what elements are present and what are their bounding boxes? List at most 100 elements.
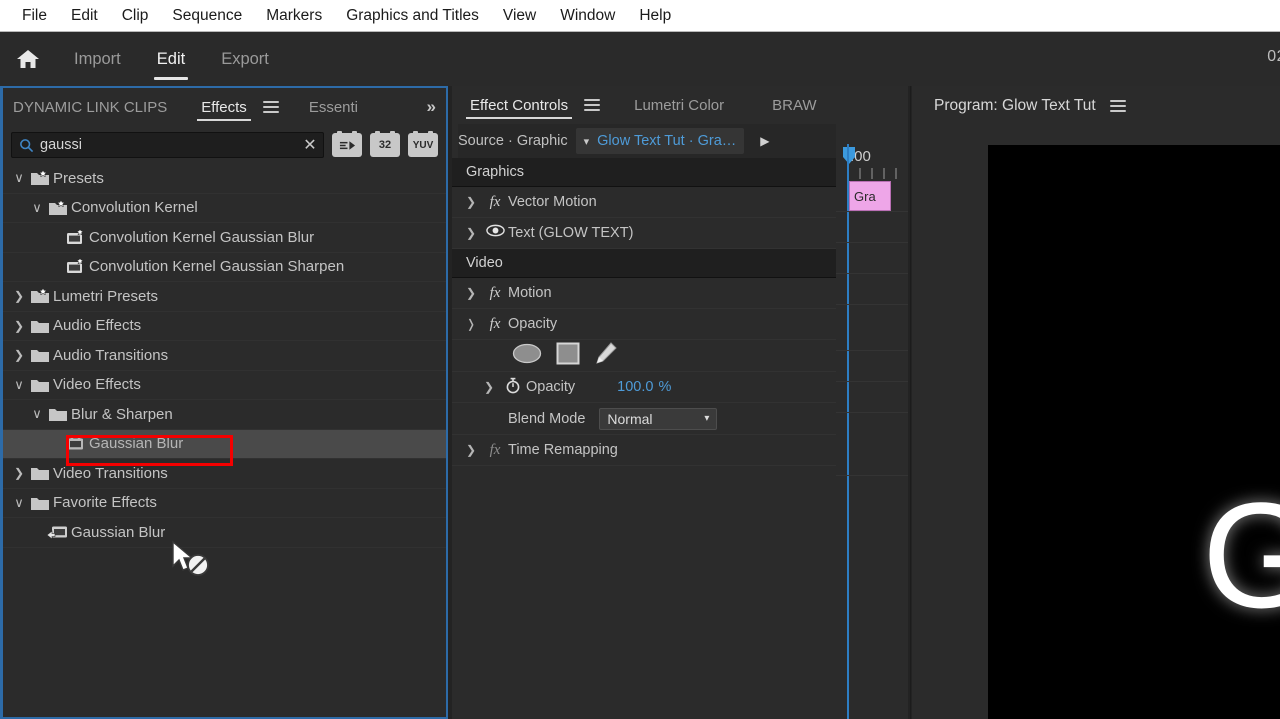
- menu-sequence[interactable]: Sequence: [160, 0, 254, 31]
- menu-edit[interactable]: Edit: [59, 0, 110, 31]
- folder-icon: [27, 465, 53, 481]
- chevron-down-icon[interactable]: ❭: [460, 317, 482, 331]
- effects-tree-item-label: Video Transitions: [53, 464, 168, 482]
- program-monitor-stage[interactable]: G: [988, 145, 1280, 719]
- preset-icon: [63, 228, 89, 246]
- timeline-clip[interactable]: Gra: [849, 181, 891, 211]
- blend-mode-value: Normal: [607, 410, 653, 427]
- effects-tree-item-convolution-kernel[interactable]: ∨ Convolution Kernel: [3, 194, 446, 223]
- stopwatch-icon[interactable]: [500, 376, 526, 399]
- tab-lumetri-color[interactable]: Lumetri Color: [630, 86, 728, 124]
- accelerated-effects-filter-button[interactable]: [332, 131, 362, 157]
- pen-mask-icon[interactable]: [594, 341, 618, 370]
- timeline-playhead[interactable]: [847, 144, 849, 719]
- fx-icon: fx: [489, 441, 501, 458]
- tab-braw[interactable]: BRAW: [768, 86, 820, 124]
- rectangle-mask-icon[interactable]: [556, 342, 580, 370]
- effects-tree-item-presets[interactable]: ∨ Presets: [3, 164, 446, 194]
- effects-tree-item-convolution-kernel-gaussian-blur[interactable]: Convolution Kernel Gaussian Blur: [3, 223, 446, 253]
- effects-panel-overflow-icon[interactable]: »: [427, 97, 436, 117]
- effects-tree-item-label: Audio Transitions: [53, 346, 169, 364]
- chevron-right-icon[interactable]: ❯: [11, 289, 27, 303]
- chevron-right-icon[interactable]: ❯: [11, 348, 27, 362]
- chevron-right-icon[interactable]: ❯: [460, 286, 482, 300]
- chevron-down-icon[interactable]: ∨: [29, 200, 45, 216]
- folder-icon: [27, 377, 53, 393]
- chevron-right-icon[interactable]: ❯: [11, 319, 27, 333]
- ellipse-mask-icon[interactable]: [512, 343, 542, 369]
- program-monitor-menu-icon[interactable]: [1109, 97, 1126, 115]
- menu-clip[interactable]: Clip: [110, 0, 161, 31]
- effects-tree-item-label: Presets: [53, 169, 104, 187]
- timeline-ticks: [847, 168, 897, 179]
- effect-label: Vector Motion: [508, 194, 597, 210]
- opacity-unit: %: [658, 379, 672, 395]
- section-title: Video: [466, 255, 503, 271]
- effects-tree-item-lumetri-presets[interactable]: ❯ Lumetri Presets: [3, 282, 446, 312]
- effects-tree-item-gaussian-blur[interactable]: Gaussian Blur: [3, 518, 446, 548]
- folder-preset-icon: [27, 288, 53, 304]
- effects-tree-item-label: Favorite Effects: [53, 494, 157, 512]
- effects-tree-item-audio-effects[interactable]: ❯ Audio Effects: [3, 312, 446, 341]
- opacity-value[interactable]: 100.0: [617, 379, 653, 395]
- eye-icon[interactable]: [482, 224, 508, 242]
- play-triangle-icon[interactable]: ▶: [760, 134, 769, 148]
- effects-search-input[interactable]: [40, 137, 297, 153]
- menu-help[interactable]: Help: [627, 0, 683, 31]
- menu-window[interactable]: Window: [548, 0, 627, 31]
- menu-view[interactable]: View: [491, 0, 548, 31]
- blend-mode-select[interactable]: Normal ▾: [599, 407, 718, 430]
- source-clip-selector[interactable]: ▾ Glow Text Tut · Gra…: [575, 128, 745, 154]
- chevron-right-icon[interactable]: ❯: [460, 226, 482, 240]
- chevron-right-icon[interactable]: ❯: [460, 195, 482, 209]
- playhead-marker-icon[interactable]: [841, 146, 857, 166]
- folder-icon: [45, 406, 71, 422]
- tab-dynamic-link-clips[interactable]: DYNAMIC LINK CLIPS: [9, 88, 171, 126]
- tab-effect-controls[interactable]: Effect Controls: [466, 86, 573, 124]
- effect-controls-timeline[interactable]: :00 Gra: [836, 86, 908, 719]
- effects-tree-item-video-effects[interactable]: ∨ Video Effects: [3, 371, 446, 400]
- effects-tree-item-audio-transitions[interactable]: ❯ Audio Transitions: [3, 341, 446, 371]
- effects-tree-item-video-transitions[interactable]: ❯ Video Transitions: [3, 459, 446, 489]
- effects-tree-item-gaussian-blur[interactable]: Gaussian Blur: [3, 429, 446, 459]
- effects-search-box[interactable]: ✕: [11, 132, 324, 158]
- effects-tree-item-convolution-kernel-gaussian-sharpen[interactable]: Convolution Kernel Gaussian Sharpen: [3, 253, 446, 282]
- tab-export[interactable]: Export: [203, 32, 287, 86]
- home-button[interactable]: [0, 32, 56, 86]
- program-monitor-text: G: [1202, 471, 1280, 639]
- chevron-down-icon[interactable]: ∨: [11, 495, 27, 511]
- effects-tree-item-label: Video Effects: [53, 376, 141, 394]
- effects-tree-item-blur-sharpen[interactable]: ∨ Blur & Sharpen: [3, 400, 446, 430]
- tab-import[interactable]: Import: [56, 32, 139, 86]
- effects-tree-item-label: Lumetri Presets: [53, 287, 159, 305]
- effects-tree-item-favorite-effects[interactable]: ∨ Favorite Effects: [3, 489, 446, 518]
- effects-tree-item-label: Convolution Kernel: [71, 199, 198, 217]
- blend-mode-label: Blend Mode: [508, 410, 586, 427]
- effects-tree: ∨ Presets ∨ Convolution Kernel Convolution K…: [3, 164, 446, 548]
- chevron-down-icon[interactable]: ∨: [29, 406, 45, 422]
- panel-divider[interactable]: [910, 86, 911, 719]
- program-monitor-header: Program: Glow Text Tut: [912, 86, 1280, 126]
- search-clear-icon[interactable]: ✕: [297, 135, 323, 155]
- program-monitor-panel: Program: Glow Text Tut G: [912, 86, 1280, 719]
- tab-essential-graphics[interactable]: Essenti: [305, 88, 362, 126]
- menu-markers[interactable]: Markers: [254, 0, 334, 31]
- effect-label: Text (GLOW TEXT): [508, 225, 634, 241]
- tab-edit[interactable]: Edit: [139, 32, 203, 86]
- 32-bit-color-filter-button[interactable]: 32: [370, 131, 400, 157]
- chevron-right-icon[interactable]: ❯: [11, 466, 27, 480]
- menu-file[interactable]: File: [10, 0, 59, 31]
- chevron-right-icon[interactable]: ❯: [478, 380, 500, 394]
- effect-label: Time Remapping: [508, 442, 618, 458]
- menu-graphics-and-titles[interactable]: Graphics and Titles: [334, 0, 491, 31]
- effects-tree-item-label: Audio Effects: [53, 317, 142, 335]
- effects-tree-item-label: Convolution Kernel Gaussian Sharpen: [89, 258, 345, 276]
- tab-effects[interactable]: Effects: [197, 88, 251, 126]
- chevron-right-icon[interactable]: ❯: [460, 443, 482, 457]
- source-clip-name: Glow Text Tut · Gra…: [597, 133, 737, 149]
- chevron-down-icon[interactable]: ∨: [11, 170, 27, 186]
- effects-panel-menu-icon[interactable]: [262, 98, 279, 116]
- chevron-down-icon[interactable]: ∨: [11, 377, 27, 393]
- effect-controls-menu-icon[interactable]: [584, 96, 601, 114]
- yuv-filter-button[interactable]: YUV: [408, 131, 438, 157]
